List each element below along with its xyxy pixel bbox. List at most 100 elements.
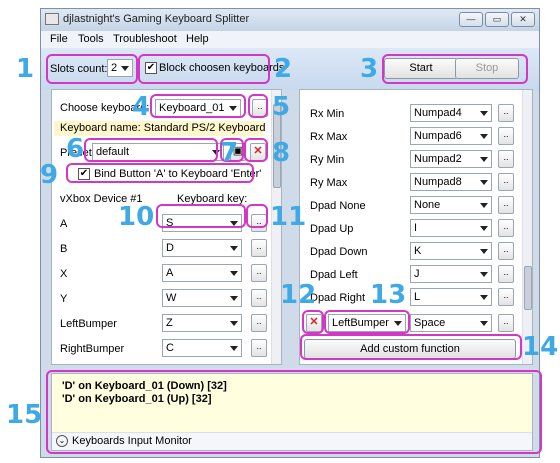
key-select-dpadleft[interactable]: J xyxy=(410,265,492,283)
close-button[interactable]: ✕ xyxy=(511,12,535,27)
app-icon xyxy=(45,13,59,25)
right-scroll-thumb[interactable] xyxy=(524,266,532,310)
mapping-name-dpaddown: Dpad Down xyxy=(310,246,368,258)
chevron-down-icon xyxy=(480,134,488,139)
key-select-dpaddown[interactable]: K xyxy=(410,242,492,260)
callout-number: 1 xyxy=(16,54,35,84)
callout-number: 8 xyxy=(272,138,291,168)
chevron-down-icon xyxy=(480,180,488,185)
highlight-box xyxy=(84,138,218,162)
chevron-down-icon xyxy=(480,157,488,162)
key-select-x[interactable]: A xyxy=(162,264,242,282)
key-select-rymax[interactable]: Numpad8 xyxy=(410,173,492,191)
callout-number: 2 xyxy=(274,54,293,84)
highlight-box xyxy=(138,54,270,84)
key-select-rxmin[interactable]: Numpad4 xyxy=(410,104,492,122)
custom-more-button[interactable]: .. xyxy=(498,314,514,332)
mapping-name-a: A xyxy=(60,218,68,230)
mapping-name-rxmax: Rx Max xyxy=(310,131,348,143)
mapping-name-dpadup: Dpad Up xyxy=(310,223,354,235)
mapping-name-rightbumper: RightBumper xyxy=(60,343,125,355)
custom-key-select[interactable]: Space xyxy=(410,314,492,332)
title-bar: djlastnight's Gaming Keyboard Splitter —… xyxy=(41,9,539,31)
highlight-box xyxy=(382,54,528,84)
chevron-down-icon xyxy=(230,246,238,251)
menu-troubleshoot[interactable]: Troubleshoot xyxy=(113,33,177,45)
key-select-y[interactable]: W xyxy=(162,289,242,307)
chevron-down-icon xyxy=(480,321,488,326)
more-button-rymax[interactable]: .. xyxy=(498,173,514,191)
callout-number: 13 xyxy=(370,280,407,310)
chevron-down-icon xyxy=(480,249,488,254)
mapping-name-x: X xyxy=(60,268,68,280)
key-select-dpadright[interactable]: L xyxy=(410,288,492,306)
chevron-down-icon xyxy=(480,111,488,116)
more-button-rightbumper[interactable]: .. xyxy=(251,339,267,357)
mapping-name-dpadnone: Dpad None xyxy=(310,200,366,212)
menu-file[interactable]: File xyxy=(50,33,68,45)
callout-number: 3 xyxy=(360,54,379,84)
more-button-y[interactable]: .. xyxy=(251,289,267,307)
mapping-name-dpadleft: Dpad Left xyxy=(310,269,358,281)
key-select-dpadnone[interactable]: None xyxy=(410,196,492,214)
chevron-down-icon xyxy=(230,271,238,276)
maximize-button[interactable]: ▭ xyxy=(485,12,509,27)
menu-tools[interactable]: Tools xyxy=(78,33,104,45)
callout-number: 6 xyxy=(66,134,85,164)
highlight-box xyxy=(300,334,522,360)
highlight-box xyxy=(244,138,268,162)
more-button-dpaddown[interactable]: .. xyxy=(498,242,514,260)
menu-help[interactable]: Help xyxy=(186,33,209,45)
more-button-dpadleft[interactable]: .. xyxy=(498,265,514,283)
chevron-down-icon xyxy=(480,203,488,208)
window-title: djlastnight's Gaming Keyboard Splitter xyxy=(63,13,250,25)
chevron-down-icon xyxy=(480,295,488,300)
key-select-dpadup[interactable]: I xyxy=(410,219,492,237)
key-select-leftbumper[interactable]: Z xyxy=(162,314,242,332)
right-scrollbar[interactable] xyxy=(522,90,532,364)
more-button-dpadnone[interactable]: .. xyxy=(498,196,514,214)
callout-number: 5 xyxy=(272,92,291,122)
more-button-dpadright[interactable]: .. xyxy=(498,288,514,306)
minimize-button[interactable]: — xyxy=(459,12,483,27)
key-select-rxmax[interactable]: Numpad6 xyxy=(410,127,492,145)
callout-number: 15 xyxy=(6,400,43,430)
highlight-box xyxy=(324,310,410,334)
callout-number: 12 xyxy=(280,280,317,310)
more-button-rymin[interactable]: .. xyxy=(498,150,514,168)
callout-number: 10 xyxy=(118,202,155,232)
more-button-x[interactable]: .. xyxy=(251,264,267,282)
key-select-rightbumper[interactable]: C xyxy=(162,339,242,357)
chevron-down-icon xyxy=(230,346,238,351)
mapping-name-rymin: Ry Min xyxy=(310,154,345,166)
menu-bar: File Tools Troubleshoot Help xyxy=(41,31,539,48)
more-button-b[interactable]: .. xyxy=(251,239,267,257)
more-button-rxmax[interactable]: .. xyxy=(498,127,514,145)
highlight-box xyxy=(46,54,138,84)
callout-number: 7 xyxy=(220,138,239,168)
callout-number: 11 xyxy=(270,202,307,232)
key-select-rymin[interactable]: Numpad2 xyxy=(410,150,492,168)
chevron-down-icon xyxy=(230,296,238,301)
highlight-box xyxy=(156,204,246,228)
more-button-dpadup[interactable]: .. xyxy=(498,219,514,237)
more-button-leftbumper[interactable]: .. xyxy=(251,314,267,332)
callout-number: 14 xyxy=(522,332,559,362)
highlight-box xyxy=(150,94,246,118)
mapping-name-dpadright: Dpad Right xyxy=(310,292,366,304)
callout-number: 4 xyxy=(132,92,151,122)
highlight-box xyxy=(246,204,268,228)
mapping-name-rymax: Ry Max xyxy=(310,177,348,189)
mapping-name-b: B xyxy=(60,243,68,255)
mapping-name-leftbumper: LeftBumper xyxy=(60,318,117,330)
chevron-down-icon xyxy=(480,226,488,231)
highlight-box xyxy=(302,310,324,334)
keyboard-name-bar: Keyboard name: Standard PS/2 Keyboard xyxy=(54,121,265,136)
more-button-rxmin[interactable]: .. xyxy=(498,104,514,122)
chevron-down-icon xyxy=(480,272,488,277)
mapping-name-y: Y xyxy=(60,293,68,305)
key-select-b[interactable]: D xyxy=(162,239,242,257)
callout-number: 9 xyxy=(40,160,59,190)
chevron-down-icon xyxy=(230,321,238,326)
highlight-box xyxy=(248,94,268,118)
